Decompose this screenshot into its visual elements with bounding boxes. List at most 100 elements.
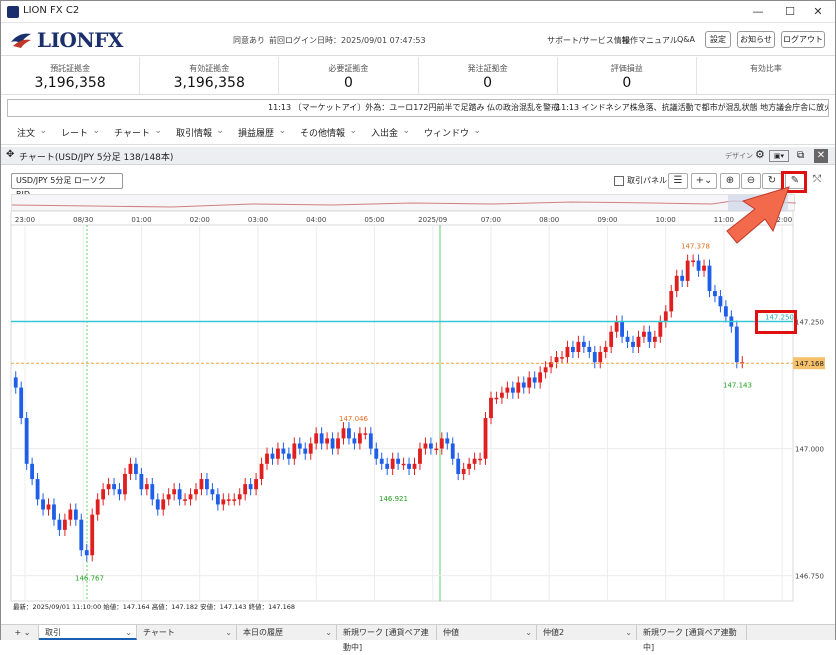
- tab-new-work-2[interactable]: 新規ワーク [通貨ペア連動中]: [637, 625, 747, 652]
- panel-close-icon[interactable]: ✕: [814, 149, 828, 163]
- tab-mid[interactable]: 仲値 ⌄: [437, 625, 537, 640]
- ticker-item[interactable]: 11:13 インドネシア株急落、抗議活動で都市が混乱状態 地方議会庁舎に放火て機…: [556, 100, 828, 116]
- menu-rate[interactable]: レート: [45, 120, 100, 144]
- symbol-select[interactable]: USD/JPY 5分足 ローソク BID⌄: [11, 173, 123, 199]
- menu-window[interactable]: ウィンドウ: [408, 120, 481, 144]
- candle-body: [680, 275, 685, 281]
- candle-body: [161, 499, 166, 510]
- candle-body: [456, 458, 461, 474]
- summary-value: 0: [343, 75, 353, 91]
- tab-mid2[interactable]: 仲値2 ⌄: [537, 625, 637, 640]
- chevron-down-icon: ⌄: [625, 628, 632, 637]
- candle-body: [297, 443, 302, 449]
- candle-body: [106, 484, 111, 490]
- candle-body: [685, 260, 690, 281]
- candle-body: [374, 448, 379, 459]
- overview-line: [11, 195, 797, 212]
- settings-button[interactable]: 設定: [705, 31, 731, 48]
- summary-label: 有効比率: [749, 64, 782, 73]
- menu-deposit[interactable]: 入出金: [355, 120, 410, 144]
- candle-body: [707, 265, 712, 292]
- candle-body: [368, 433, 373, 449]
- tab-new-work[interactable]: 新規ワーク [通貨ペア連動中]: [337, 625, 437, 652]
- crosshair-button[interactable]: +⌄: [691, 173, 717, 189]
- candle-body: [734, 326, 739, 363]
- news-ticker[interactable]: 11:13 〔マーケットアイ〕外為：ユーロ172円前半で足踏み 仏の政治混乱を警…: [7, 99, 829, 117]
- summary-order: 発注証拠金 0: [419, 57, 558, 94]
- trade-panel-checkbox[interactable]: [614, 176, 624, 186]
- tab-label: チャート: [143, 628, 175, 637]
- menu-pnl-history[interactable]: 損益履歴: [222, 120, 286, 144]
- layout-select[interactable]: ▣▾: [769, 150, 789, 162]
- menu-trade-info[interactable]: 取引情報: [160, 120, 224, 144]
- popout-icon[interactable]: ⧉: [797, 150, 804, 161]
- close-button[interactable]: ✕: [801, 3, 835, 21]
- summary-value: 0: [483, 75, 493, 91]
- ohlc-status-line: 最新：2025/09/01 11:10:00 始値：147.164 高値：147…: [13, 602, 295, 611]
- highlight-drawn-line: [755, 310, 797, 334]
- candle-body: [303, 448, 308, 454]
- menu-order[interactable]: 注文: [1, 120, 47, 144]
- candle-body: [571, 346, 575, 353]
- candle-body: [396, 458, 401, 464]
- menu-other-info[interactable]: その他情報: [284, 120, 357, 144]
- candle-body: [401, 463, 406, 466]
- candle-body: [226, 499, 231, 501]
- notice-button[interactable]: お知らせ: [737, 31, 775, 48]
- candle-body: [423, 443, 428, 449]
- candle-body: [620, 321, 625, 337]
- candle-body: [352, 438, 357, 444]
- candle-body: [467, 463, 472, 469]
- minimize-button[interactable]: —: [741, 3, 775, 21]
- candle-body: [205, 479, 209, 490]
- tools-icon[interactable]: ⤲: [807, 173, 827, 189]
- logout-button[interactable]: ログアウト: [781, 31, 825, 48]
- summary-effective: 有効証拠金 3,196,358: [140, 57, 280, 94]
- candle-body: [13, 377, 18, 388]
- manual-link[interactable]: 操作マニュアル: [622, 35, 678, 46]
- move-icon[interactable]: ✥: [6, 149, 14, 160]
- candle-body: [330, 438, 335, 449]
- tab-label: 新規ワーク [通貨ペア連動中]: [643, 628, 737, 652]
- summary-label: 評価損益: [610, 64, 643, 73]
- candle-body: [155, 499, 160, 510]
- candle-body: [658, 321, 663, 337]
- tab-chart[interactable]: チャート ⌄: [137, 625, 237, 640]
- tab-history[interactable]: 本日の履歴 ⌄: [237, 625, 337, 640]
- candle-body: [631, 341, 635, 347]
- local-high-annotation: 147.046: [339, 415, 368, 423]
- gear-icon[interactable]: ⚙: [755, 148, 765, 161]
- candle-body: [84, 550, 89, 556]
- candle-body: [625, 336, 630, 342]
- candle-body: [237, 494, 242, 500]
- x-tick-label: 07:00: [481, 216, 501, 224]
- tab-trade[interactable]: 取引 ⌄: [39, 625, 137, 640]
- candle-body: [276, 448, 280, 459]
- chevron-down-icon: ⌄: [225, 628, 232, 637]
- candle-body: [428, 443, 433, 449]
- design-label[interactable]: デザイン: [725, 151, 753, 161]
- consent-status: 同意あり: [233, 36, 265, 45]
- candle-body: [363, 433, 368, 435]
- candle-body: [254, 479, 259, 490]
- qa-link[interactable]: Q&A: [677, 35, 695, 44]
- indicator-icon[interactable]: ☰: [668, 173, 688, 189]
- x-tick-label: 04:00: [306, 216, 326, 224]
- summary-label: 有効証拠金: [189, 64, 230, 73]
- add-tab-button[interactable]: + ⌄: [1, 625, 39, 640]
- candle-body: [412, 463, 417, 469]
- candle-body: [390, 458, 395, 469]
- price-chart[interactable]: 23:00 08/30 01:00 02:00 03:00 04:00 05:00 2025/…: [1, 211, 835, 623]
- chart-overview-strip[interactable]: [11, 194, 797, 212]
- candle-body: [407, 463, 411, 469]
- candle-body: [505, 387, 510, 393]
- ticker-item[interactable]: 11:13 〔マーケットアイ〕外為：ユーロ172円前半で足踏み 仏の政治混乱を警…: [268, 100, 559, 116]
- candle-body: [554, 357, 559, 363]
- candle-body: [642, 331, 646, 337]
- support-link[interactable]: サポート/サービス情報: [547, 35, 630, 46]
- candle-body: [232, 499, 237, 501]
- candle-body: [434, 448, 439, 451]
- candle-body: [521, 382, 526, 388]
- menu-chart[interactable]: チャート: [98, 120, 162, 144]
- candle-body: [357, 433, 362, 444]
